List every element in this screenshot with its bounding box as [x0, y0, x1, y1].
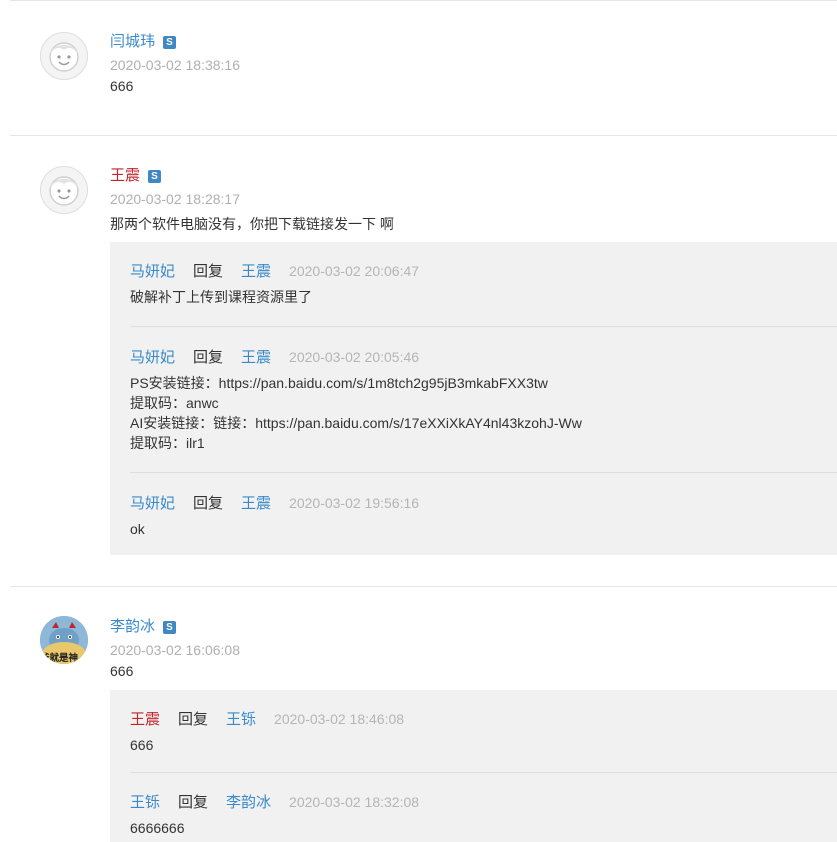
- reply-action: 回复: [178, 794, 209, 811]
- comment-divider: [10, 586, 837, 587]
- top-divider: [10, 0, 837, 1]
- reply-time: 2020-03-02 20:06:47: [289, 263, 420, 279]
- reply-text: ok: [130, 521, 145, 537]
- reply-to[interactable]: 李韵冰: [226, 794, 271, 811]
- reply-from[interactable]: 王震: [130, 711, 160, 728]
- reply-divider: [130, 472, 837, 473]
- comment-author-line: 闫城玮 S: [110, 33, 177, 51]
- reply-to[interactable]: 王震: [241, 349, 271, 366]
- reply-time: 2020-03-02 19:56:16: [289, 495, 420, 511]
- reply-from[interactable]: 马妍妃: [130, 495, 175, 512]
- reply-list: 王震 回复 王铄 2020-03-02 18:46:08 666 王铄 回复 李韵冰 202…: [110, 690, 837, 842]
- reply-header: 马妍妃 回复 王震 2020-03-02 20:06:47: [130, 262, 419, 281]
- comment-author-line: 李韵冰 S: [110, 618, 177, 636]
- comment-time: 2020-03-02 18:38:16: [110, 57, 240, 73]
- reply-text-line: 提取码：anwc: [130, 395, 219, 411]
- reply-to[interactable]: 王震: [241, 263, 271, 280]
- comment-author-line: 王震 S: [110, 167, 162, 185]
- student-badge: S: [163, 621, 177, 634]
- reply-from[interactable]: 马妍妃: [130, 263, 175, 280]
- avatar[interactable]: 爷就是神: [40, 616, 88, 664]
- comment-time: 2020-03-02 18:28:17: [110, 191, 240, 207]
- reply-from[interactable]: 王铄: [130, 794, 160, 811]
- student-badge: S: [163, 36, 177, 49]
- reply-header: 王铄 回复 李韵冰 2020-03-02 18:32:08: [130, 793, 419, 812]
- reply-text: 6666666: [130, 820, 185, 836]
- comment-author[interactable]: 王震: [110, 167, 140, 184]
- reply-to[interactable]: 王震: [241, 495, 271, 512]
- comment-author[interactable]: 李韵冰: [110, 618, 155, 635]
- student-badge: S: [148, 170, 162, 183]
- reply-time: 2020-03-02 20:05:46: [289, 349, 420, 365]
- reply-action: 回复: [193, 263, 224, 280]
- reply-header: 王震 回复 王铄 2020-03-02 18:46:08: [130, 710, 404, 729]
- reply-action: 回复: [193, 495, 224, 512]
- reply-divider: [130, 326, 837, 327]
- avatar[interactable]: [40, 166, 88, 214]
- avatar-caption: 爷就是神: [40, 652, 78, 664]
- default-face-icon: [41, 167, 87, 213]
- comment-text: 那两个软件电脑没有，你把下载链接发一下 啊: [110, 216, 394, 232]
- reply-time: 2020-03-02 18:46:08: [274, 711, 405, 727]
- cartoon-avatar-icon: 爷就是神: [40, 616, 88, 664]
- reply-text: 666: [130, 737, 154, 753]
- reply-header: 马妍妃 回复 王震 2020-03-02 20:05:46: [130, 348, 419, 367]
- reply-action: 回复: [178, 711, 209, 728]
- reply-time: 2020-03-02 18:32:08: [289, 794, 420, 810]
- comment-author[interactable]: 闫城玮: [110, 33, 155, 50]
- reply-text-line: 提取码：ilr1: [130, 435, 205, 451]
- reply-text-line: PS安装链接：https://pan.baidu.com/s/1m8tch2g9…: [130, 375, 548, 391]
- reply-text: 破解补丁上传到课程资源里了: [130, 289, 312, 305]
- reply-text-line: AI安装链接：链接：https://pan.baidu.com/s/17eXXi…: [130, 415, 582, 431]
- reply-list: 马妍妃 回复 王震 2020-03-02 20:06:47 破解补丁上传到课程资源里了…: [110, 242, 837, 555]
- comment-text: 666: [110, 78, 134, 94]
- reply-header: 马妍妃 回复 王震 2020-03-02 19:56:16: [130, 494, 419, 513]
- comment-text: 666: [110, 663, 134, 679]
- reply-to[interactable]: 王铄: [226, 711, 256, 728]
- reply-from[interactable]: 马妍妃: [130, 349, 175, 366]
- default-face-icon: [41, 33, 87, 79]
- comment-time: 2020-03-02 16:06:08: [110, 642, 240, 658]
- reply-action: 回复: [193, 349, 224, 366]
- avatar[interactable]: [40, 32, 88, 80]
- reply-divider: [130, 772, 837, 773]
- comment-divider: [10, 135, 837, 136]
